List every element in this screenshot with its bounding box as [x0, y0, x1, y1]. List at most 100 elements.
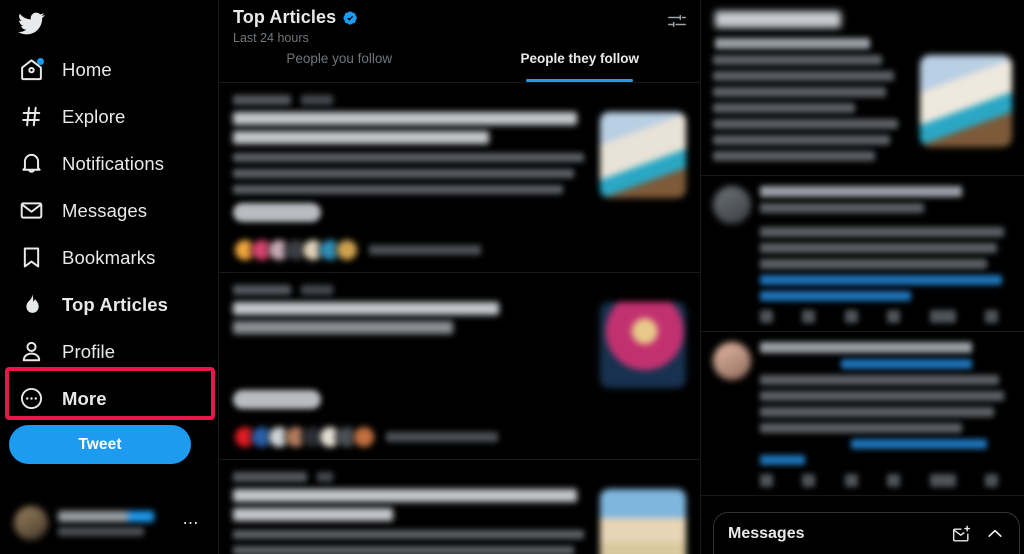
flame-icon — [18, 292, 44, 318]
tab-people-they-follow[interactable]: People they follow — [460, 46, 701, 82]
twitter-bird-icon — [18, 12, 45, 34]
hashtag-icon — [18, 104, 44, 130]
avatar[interactable] — [713, 186, 751, 224]
article-headline — [233, 302, 500, 315]
article-meta — [233, 95, 686, 105]
tweet-text-line — [713, 87, 887, 97]
account-switcher[interactable]: ⋯ — [8, 496, 208, 550]
tweet-link[interactable] — [840, 359, 972, 369]
tweet-item[interactable] — [701, 176, 1024, 332]
tweet-item[interactable] — [701, 28, 1024, 176]
tweet-link[interactable] — [760, 455, 806, 465]
sidebar-item-explore[interactable]: Explore — [6, 93, 218, 140]
sidebar-item-more[interactable]: More — [6, 375, 218, 422]
view-count-icon[interactable] — [887, 474, 901, 487]
messages-dock[interactable]: Messages — [713, 512, 1020, 554]
top-articles-column: Top Articles Last 24 hours People you fo… — [219, 0, 701, 554]
bookmark-icon[interactable] — [929, 310, 956, 323]
sliders-icon[interactable] — [666, 10, 688, 32]
like-icon[interactable] — [844, 474, 858, 487]
article-thumbnail — [600, 302, 686, 388]
article-source — [233, 472, 307, 482]
tab-label: People you follow — [286, 51, 393, 66]
retweet-icon[interactable] — [802, 474, 816, 487]
tweet-author — [715, 38, 871, 49]
chevron-up-icon[interactable] — [985, 524, 1005, 544]
article-summary-line — [233, 185, 564, 194]
column-header: Top Articles Last 24 hours — [219, 0, 700, 46]
sidebar-item-label: Bookmarks — [62, 246, 156, 268]
tweet-link[interactable] — [850, 439, 987, 449]
sidebar-item-top-articles[interactable]: Top Articles — [6, 281, 218, 328]
account-handle — [58, 526, 144, 536]
tweet-link[interactable] — [760, 291, 912, 301]
share-icon[interactable] — [984, 310, 998, 323]
tab-people-you-follow[interactable]: People you follow — [219, 46, 460, 82]
sidebar-item-label: Home — [62, 58, 112, 80]
tweet-media-thumbnail[interactable] — [920, 55, 1012, 147]
article-meta — [233, 472, 686, 482]
article-summary-line — [233, 546, 574, 554]
tab-label: People they follow — [520, 51, 639, 66]
tweet-link[interactable] — [760, 275, 1002, 285]
home-notification-dot — [37, 57, 44, 65]
read-article-button[interactable] — [233, 203, 321, 222]
new-message-icon[interactable] — [951, 524, 971, 544]
article-summary-line — [233, 321, 454, 334]
tweet-actions — [760, 474, 1012, 487]
sidebar-item-label: Notifications — [62, 152, 165, 174]
more-circle-icon — [18, 386, 44, 412]
article-engagement — [233, 425, 686, 449]
tweet-text-line — [713, 151, 875, 161]
home-icon — [18, 57, 44, 83]
article-summary-line — [233, 153, 585, 162]
like-icon[interactable] — [844, 310, 858, 323]
article-timestamp — [301, 95, 333, 105]
ellipsis-icon[interactable]: ⋯ — [183, 513, 203, 533]
article-card[interactable] — [219, 83, 700, 273]
twitter-app-window: Home Explore Notifications Messages Book… — [0, 0, 1024, 554]
tweet-text-line — [760, 423, 962, 433]
article-headline — [233, 489, 578, 502]
article-card[interactable] — [219, 460, 700, 554]
tweet-button[interactable]: Tweet — [9, 425, 191, 464]
tweet-actions — [760, 310, 1012, 323]
engagement-avatars — [233, 238, 359, 262]
engagement-label — [386, 432, 498, 442]
article-headline — [233, 112, 578, 125]
sidebar-item-notifications[interactable]: Notifications — [6, 140, 218, 187]
view-count-icon[interactable] — [887, 310, 901, 323]
tweet-text-line — [713, 119, 899, 129]
article-timestamp — [317, 472, 333, 482]
article-summary-line — [233, 169, 574, 178]
tweet-author — [760, 342, 972, 353]
tweet-text-line — [760, 391, 1005, 401]
reply-icon[interactable] — [760, 310, 773, 323]
article-card[interactable] — [219, 273, 700, 460]
read-article-button[interactable] — [233, 390, 321, 409]
tweet-text-line — [760, 259, 987, 269]
engagement-avatars — [233, 425, 376, 449]
avatar[interactable] — [713, 342, 751, 380]
person-icon — [18, 339, 44, 365]
share-icon[interactable] — [984, 474, 998, 487]
conversation-panel-title — [715, 11, 841, 28]
bookmark-icon[interactable] — [929, 474, 956, 487]
bell-icon — [18, 151, 44, 177]
avatar — [335, 238, 359, 262]
article-headline-line2 — [233, 131, 489, 144]
sidebar-item-label: Explore — [62, 105, 126, 127]
tweet-text-line — [713, 103, 855, 113]
tweet-item[interactable] — [701, 332, 1024, 496]
sidebar-item-profile[interactable]: Profile — [6, 328, 218, 375]
twitter-logo[interactable] — [6, 0, 218, 46]
bookmark-icon — [18, 245, 44, 271]
sidebar-item-label: Profile — [62, 340, 116, 362]
reply-icon[interactable] — [760, 474, 773, 487]
retweet-icon[interactable] — [802, 310, 816, 323]
sidebar-item-bookmarks[interactable]: Bookmarks — [6, 234, 218, 281]
tweet-text-line — [760, 203, 924, 213]
article-thumbnail — [600, 489, 686, 554]
sidebar-item-messages[interactable]: Messages — [6, 187, 218, 234]
sidebar-item-home[interactable]: Home — [6, 46, 218, 93]
